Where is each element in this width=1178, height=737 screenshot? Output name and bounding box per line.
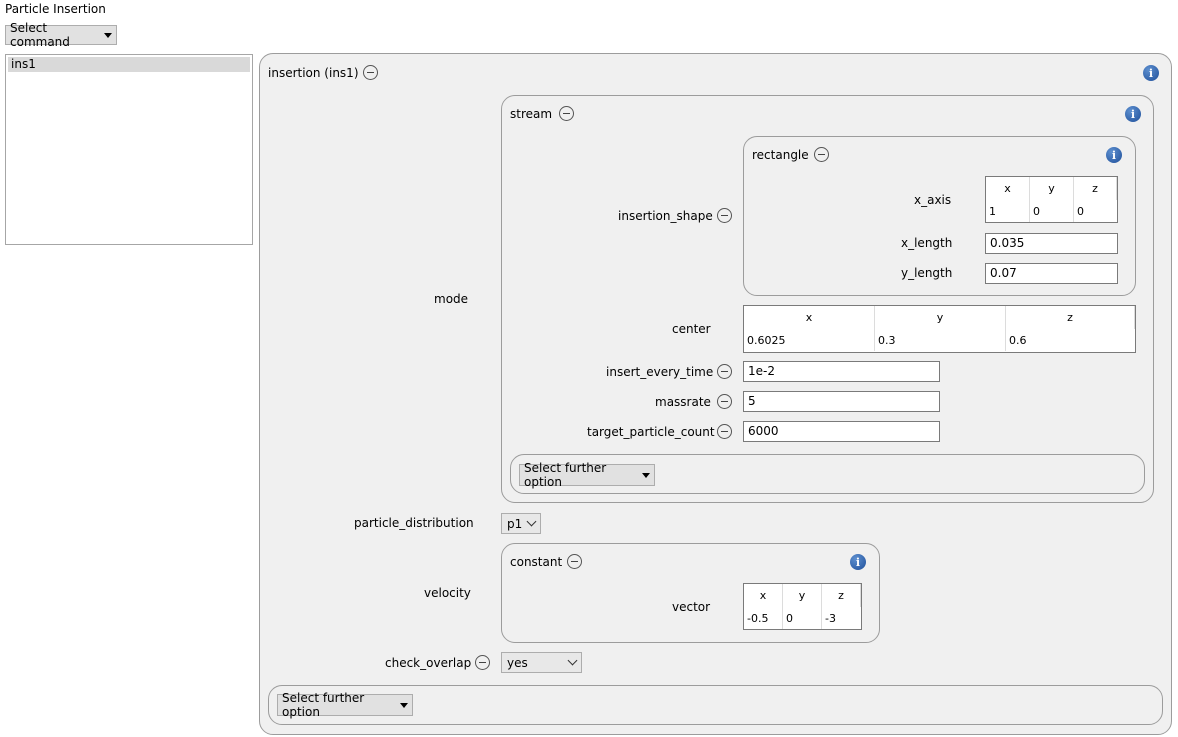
stream-further-option-button[interactable]: Select further option (519, 461, 655, 489)
constant-title: constant (510, 555, 563, 569)
check-overlap-select[interactable]: yes (501, 652, 582, 673)
vector-label: vector (672, 600, 711, 614)
info-stream-icon[interactable]: i (1125, 106, 1141, 122)
info-constant-icon[interactable]: i (850, 554, 866, 570)
center-header-x: x (744, 306, 875, 329)
x-axis-header-x: x (986, 177, 1030, 200)
center-value-y[interactable]: 0.3 (875, 329, 1006, 351)
vector-value-x[interactable]: -0.5 (744, 607, 783, 629)
target-particle-count-input[interactable]: 6000 (743, 421, 940, 442)
caret-down-icon (104, 32, 112, 38)
center-header-z: z (1006, 306, 1135, 329)
mode-label: mode (434, 292, 469, 306)
x-axis-header-y: y (1030, 177, 1074, 200)
x-axis-value-x[interactable]: 1 (986, 200, 1030, 222)
massrate-label: massrate (655, 395, 711, 409)
collapse-check-overlap-icon[interactable] (475, 655, 490, 670)
collapse-insertion-icon[interactable] (363, 65, 378, 80)
center-value-z[interactable]: 0.6 (1006, 329, 1135, 351)
particle-distribution-select[interactable]: p1 (501, 513, 541, 534)
select-command-label: Select command (10, 21, 70, 49)
x-axis-grid[interactable]: x y z 1 0 0 (985, 176, 1118, 223)
chevron-down-icon (567, 655, 578, 666)
rectangle-title: rectangle (752, 148, 809, 162)
center-value-x[interactable]: 0.6025 (744, 329, 875, 351)
insert-every-time-input[interactable]: 1e-2 (743, 361, 940, 382)
insertion-shape-label: insertion_shape (618, 209, 713, 223)
massrate-input[interactable]: 5 (743, 391, 940, 412)
center-label: center (672, 322, 711, 336)
chevron-down-icon (526, 516, 537, 527)
vector-header-y: y (783, 584, 822, 607)
caret-down-icon (642, 472, 650, 478)
x-axis-value-z[interactable]: 0 (1074, 200, 1117, 222)
check-overlap-label: check_overlap (385, 656, 472, 670)
center-grid[interactable]: x y z 0.6025 0.3 0.6 (743, 305, 1136, 353)
vector-value-z[interactable]: -3 (822, 607, 861, 629)
y-length-input[interactable]: 0.07 (985, 263, 1118, 284)
particle-distribution-label: particle_distribution (354, 516, 474, 530)
velocity-label: velocity (424, 586, 471, 600)
insertion-title: insertion (ins1) (268, 66, 359, 80)
vector-value-y[interactable]: 0 (783, 607, 822, 629)
select-command-button[interactable]: Select command (5, 21, 117, 49)
stream-further-option-label: Select further option (524, 461, 607, 489)
x-length-input[interactable]: 0.035 (985, 233, 1118, 254)
collapse-insert-every-time-icon[interactable] (717, 364, 732, 379)
x-axis-label: x_axis (914, 193, 952, 207)
target-particle-count-label: target_particle_count (587, 425, 715, 439)
command-list-item[interactable]: ins1 (8, 57, 250, 72)
insertion-further-option-button[interactable]: Select further option (277, 691, 413, 719)
window-title: Particle Insertion (5, 2, 106, 16)
vector-header-x: x (744, 584, 783, 607)
vector-grid[interactable]: x y z -0.5 0 -3 (743, 583, 862, 630)
collapse-stream-icon[interactable] (559, 106, 574, 121)
insertion-further-option-label: Select further option (282, 691, 365, 719)
collapse-constant-icon[interactable] (567, 554, 582, 569)
collapse-massrate-icon[interactable] (717, 394, 732, 409)
insert-every-time-label: insert_every_time (606, 365, 714, 379)
x-axis-value-y[interactable]: 0 (1030, 200, 1074, 222)
check-overlap-value: yes (507, 655, 528, 670)
x-axis-header-z: z (1074, 177, 1117, 200)
info-insertion-icon[interactable]: i (1143, 65, 1159, 81)
command-list[interactable]: ins1 (5, 54, 253, 245)
y-length-label: y_length (901, 266, 953, 280)
caret-down-icon (400, 702, 408, 708)
x-length-label: x_length (901, 236, 953, 250)
collapse-target-particle-count-icon[interactable] (717, 424, 732, 439)
stream-title: stream (510, 107, 553, 121)
collapse-rectangle-icon[interactable] (814, 147, 829, 162)
vector-header-z: z (822, 584, 861, 607)
center-header-y: y (875, 306, 1006, 329)
collapse-insertion-shape-icon[interactable] (717, 208, 732, 223)
info-rectangle-icon[interactable]: i (1106, 147, 1122, 163)
particle-distribution-value: p1 (507, 516, 523, 531)
